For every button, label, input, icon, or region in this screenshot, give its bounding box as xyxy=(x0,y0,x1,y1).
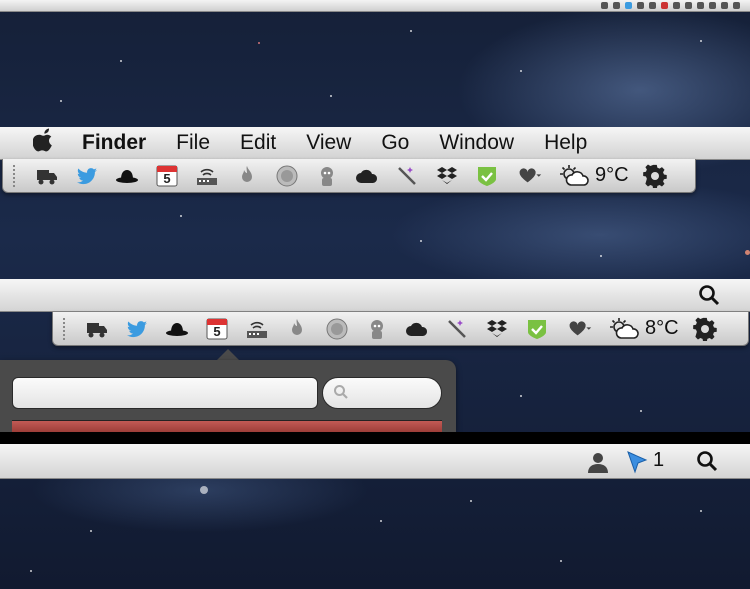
search-icon xyxy=(334,385,348,399)
notification-count: 1 xyxy=(653,449,665,471)
calendar-icon[interactable]: 5 xyxy=(205,317,229,341)
truck-icon[interactable] xyxy=(85,317,109,341)
robot-icon[interactable] xyxy=(315,164,339,188)
divider xyxy=(0,432,750,444)
finder-menubar: Finder File Edit View Go Window Help xyxy=(0,127,750,160)
cloud-icon[interactable] xyxy=(673,2,680,9)
calendar-popover xyxy=(0,360,456,433)
gear-icon[interactable] xyxy=(692,317,717,341)
wand-icon[interactable] xyxy=(445,317,469,341)
flame-icon[interactable] xyxy=(235,164,259,188)
calendar-day: 5 xyxy=(213,323,221,339)
record-circle-icon[interactable] xyxy=(325,317,349,341)
calendar-day: 5 xyxy=(163,170,171,186)
check-shield-icon[interactable] xyxy=(525,317,549,341)
menu-go[interactable]: Go xyxy=(381,131,409,155)
record-circle-icon[interactable] xyxy=(275,164,299,188)
apple-menu-icon[interactable] xyxy=(30,128,58,159)
weather-icon xyxy=(610,317,639,339)
drag-handle[interactable] xyxy=(13,164,19,187)
spotlight-search-icon[interactable] xyxy=(696,450,718,472)
check-shield-icon[interactable] xyxy=(475,164,499,188)
truck-icon[interactable] xyxy=(35,164,59,188)
truck-icon[interactable] xyxy=(613,2,620,9)
flame-icon[interactable] xyxy=(285,317,309,341)
cloud-icon[interactable] xyxy=(405,317,429,341)
menu-help[interactable]: Help xyxy=(544,131,587,155)
calendar-icon[interactable] xyxy=(637,2,644,9)
battery-icon[interactable] xyxy=(721,2,728,9)
popover-arrow xyxy=(217,349,239,360)
cursor-arrow-icon[interactable] xyxy=(625,450,649,474)
menubar-3: 1 xyxy=(0,444,750,479)
record-icon[interactable] xyxy=(661,2,668,9)
weather-temperature: 9°C xyxy=(595,164,629,186)
status-icon-panel-1: 5 9°C xyxy=(2,159,696,193)
network-icon[interactable] xyxy=(245,317,269,341)
heart-leaf-icon[interactable] xyxy=(515,164,545,188)
network-icon[interactable] xyxy=(195,164,219,188)
event-input-field[interactable] xyxy=(12,377,318,409)
menubar-2 xyxy=(0,279,750,312)
weather-icon[interactable] xyxy=(697,2,704,9)
spotlight-search-icon[interactable] xyxy=(698,284,720,306)
bowler-hat-icon[interactable] xyxy=(115,164,139,188)
person-icon[interactable] xyxy=(601,2,608,9)
weather-widget[interactable]: 9°C xyxy=(559,164,629,188)
user-icon[interactable] xyxy=(586,450,610,474)
wifi-icon[interactable] xyxy=(709,2,716,9)
menu-finder[interactable]: Finder xyxy=(82,131,146,155)
twitter-bird-icon[interactable] xyxy=(75,164,99,188)
search-icon[interactable] xyxy=(733,2,740,9)
calendar-icon[interactable]: 5 xyxy=(155,164,179,188)
heart-leaf-icon[interactable] xyxy=(565,317,595,341)
wand-icon[interactable] xyxy=(395,164,419,188)
weather-temperature: 8°C xyxy=(645,317,679,339)
dropbox-icon[interactable] xyxy=(435,164,459,188)
weather-widget[interactable]: 8°C xyxy=(609,317,679,341)
menu-window[interactable]: Window xyxy=(439,131,514,155)
menu-file[interactable]: File xyxy=(176,131,210,155)
gear-icon[interactable] xyxy=(642,164,667,188)
twitter-bird-icon[interactable] xyxy=(125,317,149,341)
menu-edit[interactable]: Edit xyxy=(240,131,276,155)
status-icon-panel-2: 5 8°C xyxy=(52,312,749,346)
dropbox-icon[interactable] xyxy=(685,2,692,9)
dropbox-icon[interactable] xyxy=(485,317,509,341)
cloud-icon[interactable] xyxy=(355,164,379,188)
weather-icon xyxy=(560,164,589,186)
menu-view[interactable]: View xyxy=(306,131,351,155)
top-menubar-strip xyxy=(0,0,750,12)
drag-handle[interactable] xyxy=(63,317,69,340)
bowler-hat-icon[interactable] xyxy=(165,317,189,341)
robot-icon[interactable] xyxy=(365,317,389,341)
network-icon[interactable] xyxy=(649,2,656,9)
popover-search-field[interactable] xyxy=(322,377,442,409)
twitter-bird-icon[interactable] xyxy=(625,2,632,9)
